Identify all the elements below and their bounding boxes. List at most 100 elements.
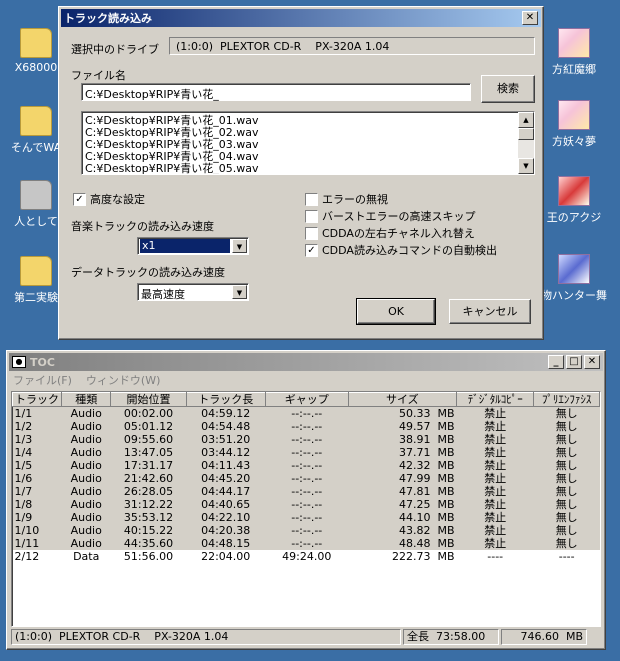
column-header[interactable]: ﾃﾞｼﾞﾀﾙｺﾋﾟｰ: [456, 392, 535, 407]
table-cell: 1/9: [12, 511, 62, 524]
table-row[interactable]: 1/3 Audio 09:55.60 03:51.20 --:--.-- 38.91 MB…: [12, 433, 600, 446]
table-row[interactable]: 1/1 Audio 00:02.00 04:59.12 --:--.-- 50.33 MB…: [12, 406, 600, 420]
table-cell: 09:55.60: [110, 433, 187, 446]
table-cell: 44.10 MB: [348, 511, 457, 524]
music-speed-select[interactable]: x1 ▼: [137, 237, 249, 255]
desktop-icon-right-3[interactable]: 物ハンター舞: [538, 254, 610, 303]
desktop-icon-right-2[interactable]: 王のアクジ: [538, 176, 610, 225]
file-name-input[interactable]: C:¥Desktop¥RIP¥青い花_: [81, 83, 471, 101]
table-row[interactable]: 1/5 Audio 17:31.17 04:11.43 --:--.-- 42.32 MB…: [12, 459, 600, 472]
checkbox-icon[interactable]: [305, 226, 318, 240]
file-list-item[interactable]: C:¥Desktop¥RIP¥青い花_05.wav: [85, 163, 259, 175]
table-cell: 無し: [533, 498, 600, 511]
table-cell: 17:31.17: [110, 459, 187, 472]
table-cell: Audio: [61, 406, 111, 420]
menu-item[interactable]: ウィンドウ(W): [86, 373, 160, 389]
table-cell: Audio: [61, 420, 111, 433]
advanced-checkbox-icon[interactable]: ✓: [73, 192, 86, 206]
file-name-value: C:¥Desktop¥RIP¥青い花_: [85, 88, 219, 101]
table-cell: Audio: [61, 459, 111, 472]
column-header[interactable]: サイズ: [347, 392, 458, 407]
column-header[interactable]: 開始位置: [110, 392, 187, 407]
table-row[interactable]: 1/6 Audio 21:42.60 04:45.20 --:--.-- 47.99 MB…: [12, 472, 600, 485]
table-cell: 04:54.48: [186, 420, 266, 433]
close-icon[interactable]: ✕: [584, 355, 600, 369]
table-cell: 35:53.12: [110, 511, 187, 524]
table-cell: 2/12: [12, 550, 62, 563]
desktop-icon-right-0[interactable]: 方紅魔郷: [538, 28, 610, 77]
option-checkbox-3[interactable]: ✓ CDDA読み込みコマンドの自動検出: [305, 242, 497, 258]
desktop-icon-right-1[interactable]: 方妖々夢: [538, 100, 610, 149]
table-row[interactable]: 1/8 Audio 31:12.22 04:40.65 --:--.-- 47.25 MB…: [12, 498, 600, 511]
column-header[interactable]: トラック長: [185, 392, 266, 407]
file-list-scrollbar[interactable]: ▲ ▼: [518, 112, 534, 174]
table-cell: 51:56.00: [110, 550, 187, 563]
table-cell: 50.33 MB: [348, 406, 457, 420]
toc-title: TOC: [30, 355, 55, 369]
scroll-down-icon[interactable]: ▼: [518, 158, 534, 174]
dialog-titlebar[interactable]: トラック読み込み ✕: [61, 9, 541, 27]
scroll-thumb[interactable]: [518, 128, 534, 140]
column-header[interactable]: トラック: [12, 392, 62, 407]
table-cell: Audio: [61, 446, 111, 459]
ok-button[interactable]: OK: [356, 298, 436, 325]
column-header[interactable]: ギャップ: [264, 392, 349, 407]
data-speed-select[interactable]: 最高速度 ▼: [137, 283, 249, 301]
table-cell: --:--.--: [265, 524, 349, 537]
track-read-dialog: トラック読み込み ✕ 選択中のドライブ (1:0:0) PLEXTOR CD-R…: [58, 6, 544, 340]
table-cell: --:--.--: [265, 537, 349, 550]
advanced-settings-checkbox[interactable]: ✓ 高度な設定: [73, 191, 145, 207]
table-cell: --:--.--: [265, 485, 349, 498]
table-cell: 31:12.22: [110, 498, 187, 511]
table-cell: Audio: [61, 524, 111, 537]
dropdown-arrow-icon[interactable]: ▼: [232, 239, 247, 253]
folder-icon: [20, 256, 52, 286]
option-checkbox-0[interactable]: エラーの無視: [305, 191, 388, 207]
table-row[interactable]: 1/10 Audio 40:15.22 04:20.38 --:--.-- 43.82 M…: [12, 524, 600, 537]
search-button[interactable]: 検索: [481, 75, 535, 103]
table-row[interactable]: 1/9 Audio 35:53.12 04:22.10 --:--.-- 44.10 MB…: [12, 511, 600, 524]
data-speed-value: 最高速度: [141, 288, 185, 301]
column-header[interactable]: ﾌﾟﾘｴﾝﾌｧｼｽ: [533, 392, 600, 407]
file-list[interactable]: C:¥Desktop¥RIP¥青い花_01.wav C:¥Desktop¥RIP¥…: [81, 111, 535, 175]
minimize-icon[interactable]: _: [548, 355, 564, 369]
option-checkbox-1[interactable]: バーストエラーの高速スキップ: [305, 208, 475, 224]
table-cell: 42.32 MB: [348, 459, 457, 472]
table-cell: 禁止: [456, 406, 534, 420]
status-drive: (1:0:0) PLEXTOR CD-R PX-320A 1.04: [11, 629, 401, 645]
table-cell: 無し: [533, 406, 600, 420]
table-cell: 無し: [533, 459, 600, 472]
checkbox-icon[interactable]: ✓: [305, 243, 318, 257]
toc-table-area[interactable]: トラック 種類 開始位置 トラック長 ギャップ サイズ ﾃﾞｼﾞﾀﾙｺﾋﾟｰ ﾌﾟﾘｴﾝﾌｧｼ…: [11, 391, 601, 627]
scroll-up-icon[interactable]: ▲: [518, 112, 534, 128]
checkbox-icon[interactable]: [305, 192, 318, 206]
table-row[interactable]: 2/12 Data 51:56.00 22:04.00 49:24.00 222.73 M…: [12, 550, 600, 563]
folder-icon: [20, 180, 52, 210]
table-row[interactable]: 1/4 Audio 13:47.05 03:44.12 --:--.-- 37.71 MB…: [12, 446, 600, 459]
table-cell: 禁止: [456, 472, 534, 485]
table-row[interactable]: 1/11 Audio 44:35.60 04:48.15 --:--.-- 48.48 M…: [12, 537, 600, 550]
table-cell: 無し: [533, 446, 600, 459]
table-cell: 21:42.60: [110, 472, 187, 485]
checkbox-icon[interactable]: [305, 209, 318, 223]
menu-item[interactable]: ファイル(F): [13, 373, 72, 389]
table-cell: Audio: [61, 537, 111, 550]
table-cell: 1/11: [12, 537, 62, 550]
table-cell: 禁止: [456, 485, 534, 498]
dropdown-arrow-icon[interactable]: ▼: [232, 285, 247, 299]
table-cell: 無し: [533, 511, 600, 524]
table-cell: Audio: [61, 485, 111, 498]
column-header[interactable]: 種類: [60, 392, 112, 407]
table-row[interactable]: 1/7 Audio 26:28.05 04:44.17 --:--.-- 47.81 MB…: [12, 485, 600, 498]
table-cell: 40:15.22: [110, 524, 187, 537]
table-row[interactable]: 1/2 Audio 05:01.12 04:54.48 --:--.-- 49.57 MB…: [12, 420, 600, 433]
table-cell: 04:22.10: [186, 511, 266, 524]
table-cell: 05:01.12: [110, 420, 187, 433]
table-cell: 04:20.38: [186, 524, 266, 537]
table-cell: 1/3: [12, 433, 62, 446]
toc-titlebar[interactable]: ● TOC _ □ ✕: [9, 353, 603, 371]
option-checkbox-2[interactable]: CDDAの左右チャネル入れ替え: [305, 225, 475, 241]
maximize-icon[interactable]: □: [566, 355, 582, 369]
cancel-button[interactable]: キャンセル: [449, 299, 531, 324]
close-icon[interactable]: ✕: [522, 11, 538, 25]
